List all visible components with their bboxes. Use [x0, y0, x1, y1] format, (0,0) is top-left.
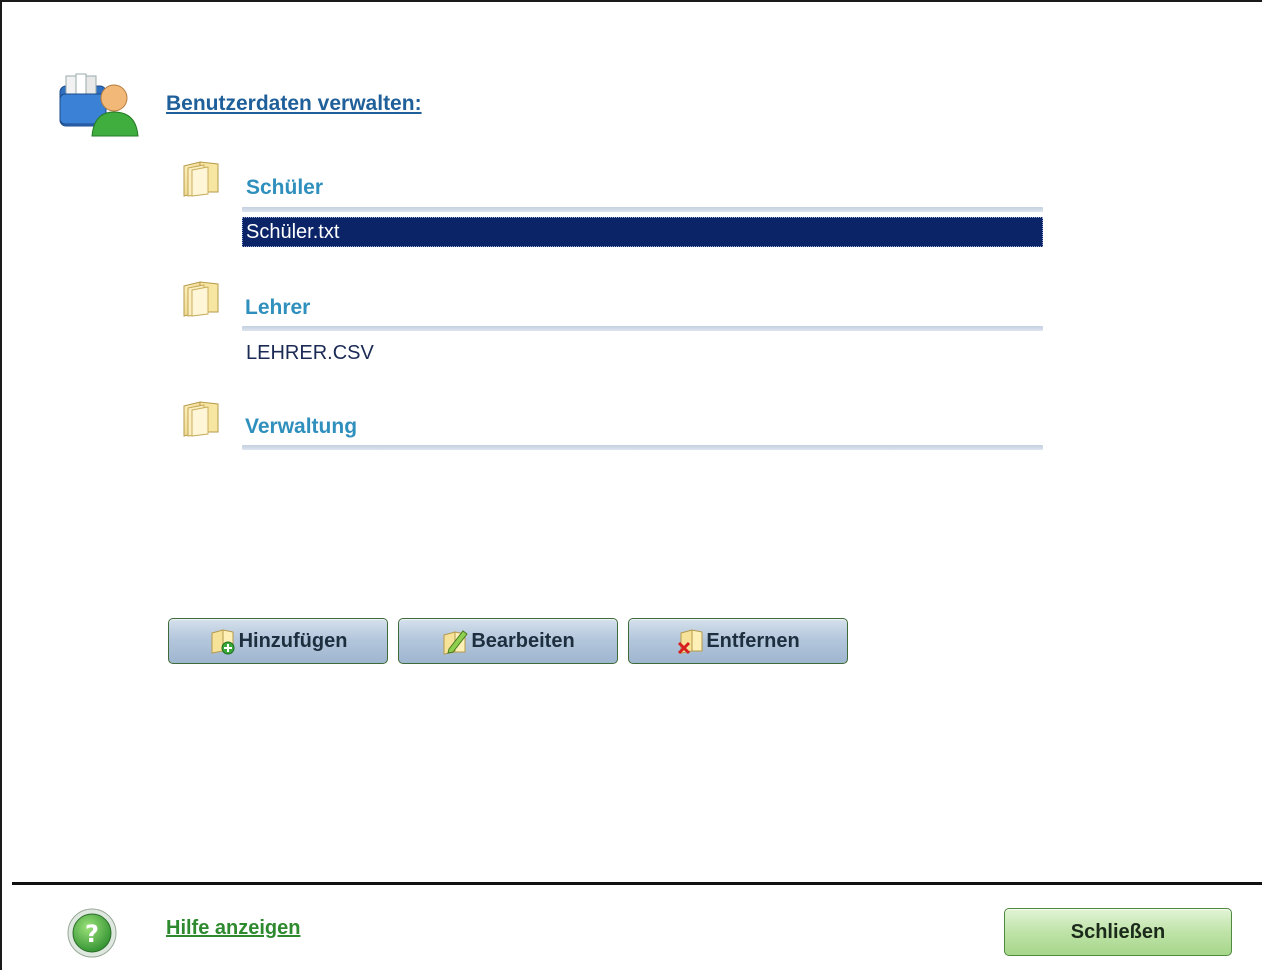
file-item-schueler-txt[interactable]: Schüler.txt: [242, 217, 1043, 247]
add-button-label: Hinzufügen: [238, 629, 348, 652]
file-item-lehrer-csv[interactable]: LEHRER.CSV: [242, 338, 1043, 368]
section-title-schueler: Schüler: [246, 176, 324, 199]
folder-icon: [178, 278, 224, 318]
user-data-dialog: Benutzerdaten verwalten: Schüler Schüler…: [0, 0, 1262, 970]
edit-button[interactable]: Bearbeiten: [398, 618, 618, 664]
section-title-verwaltung: Verwaltung: [245, 415, 358, 438]
section-title-lehrer: Lehrer: [245, 296, 311, 319]
svg-text:?: ?: [85, 920, 99, 948]
remove-button-label: Entfernen: [706, 629, 800, 652]
user-data-manage-icon: [58, 72, 140, 138]
footer-divider: [12, 882, 1262, 885]
folder-remove-icon: [676, 627, 704, 655]
section-divider: [242, 207, 1043, 212]
remove-button[interactable]: Entfernen: [628, 618, 848, 664]
section-divider: [242, 445, 1043, 450]
edit-button-label: Bearbeiten: [471, 629, 575, 652]
page-title[interactable]: Benutzerdaten verwalten:: [166, 92, 422, 116]
help-link[interactable]: Hilfe anzeigen: [166, 917, 300, 940]
section-divider: [242, 326, 1043, 331]
folder-icon: [178, 158, 224, 198]
close-button[interactable]: Schließen: [1004, 908, 1232, 956]
folder-add-icon: [209, 627, 237, 655]
add-button[interactable]: Hinzufügen: [168, 618, 388, 664]
folder-icon: [178, 398, 224, 438]
folder-edit-icon: [441, 627, 469, 655]
help-icon[interactable]: ?: [66, 907, 118, 959]
